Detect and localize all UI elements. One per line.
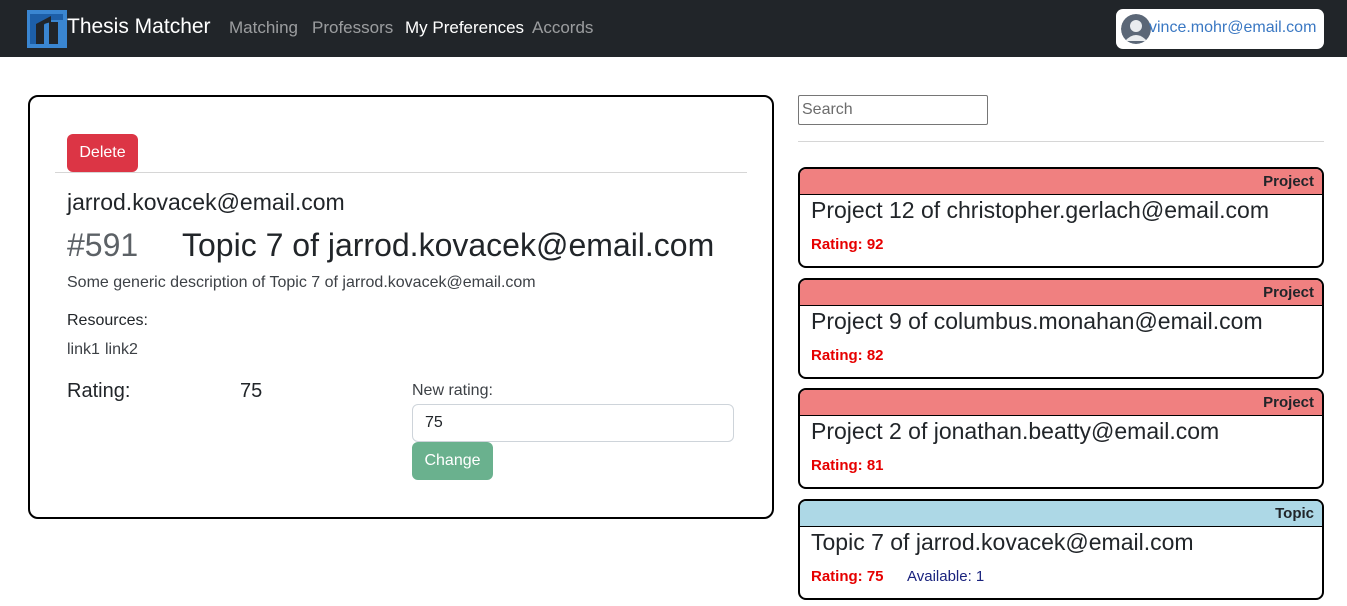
nav-matching[interactable]: Matching [229,18,298,38]
card-header: Project [800,390,1322,416]
brand-title[interactable]: Thesis Matcher [67,15,211,39]
app-logo-icon[interactable] [27,10,67,48]
card-header: Topic [800,501,1322,527]
card-title: Project 12 of christopher.gerlach@email.… [811,197,1270,223]
topic-title: Topic 7 of jarrod.kovacek@email.com [182,227,715,263]
search-input[interactable] [798,95,988,125]
rating-value: 75 [240,380,263,402]
user-email[interactable]: vince.mohr@email.com [1149,19,1316,37]
new-rating-input[interactable] [412,404,734,442]
change-button[interactable]: Change [412,442,493,480]
resource-link-2[interactable]: link2 [105,341,138,359]
user-menu[interactable]: vince.mohr@email.com [1116,9,1324,49]
preference-card-project[interactable]: Project Project 12 of christopher.gerlac… [798,167,1324,268]
card-type-label: Project [1263,394,1314,411]
user-avatar-icon [1121,14,1151,44]
card-rating: Rating: 81 [811,457,884,474]
topic-description: Some generic description of Topic 7 of j… [67,274,536,291]
resources-label: Resources: [67,312,148,329]
divider [55,172,747,173]
nav-professors[interactable]: Professors [312,18,393,38]
owner-email: jarrod.kovacek@email.com [67,189,345,215]
card-available: Available: 1 [907,568,985,585]
divider [798,141,1324,142]
card-rating: Rating: 92 [811,236,884,253]
nav-accords[interactable]: Accords [532,18,593,38]
card-rating: Rating: 75 [811,568,884,585]
new-rating-label: New rating: [412,382,493,399]
card-header: Project [800,169,1322,195]
card-title: Topic 7 of jarrod.kovacek@email.com [811,529,1194,555]
preference-card-project[interactable]: Project Project 9 of columbus.monahan@em… [798,278,1324,379]
topic-id: #591 [67,227,139,263]
navbar: Thesis Matcher Matching Professors My Pr… [0,0,1347,57]
card-title: Project 9 of columbus.monahan@email.com [811,308,1263,334]
card-type-label: Project [1263,284,1314,301]
rating-label: Rating: [67,380,131,402]
preference-card-project[interactable]: Project Project 2 of jonathan.beatty@ema… [798,388,1324,489]
resource-link-1[interactable]: link1 [67,341,100,359]
card-rating: Rating: 82 [811,347,884,364]
card-type-label: Project [1263,173,1314,190]
nav-my-preferences[interactable]: My Preferences [405,18,524,38]
card-title: Project 2 of jonathan.beatty@email.com [811,418,1220,444]
delete-button[interactable]: Delete [67,134,138,172]
card-type-label: Topic [1275,505,1314,522]
card-header: Project [800,280,1322,306]
preference-card-topic[interactable]: Topic Topic 7 of jarrod.kovacek@email.co… [798,499,1324,600]
selected-preference-card: Delete jarrod.kovacek@email.com #591 Top… [28,95,774,519]
